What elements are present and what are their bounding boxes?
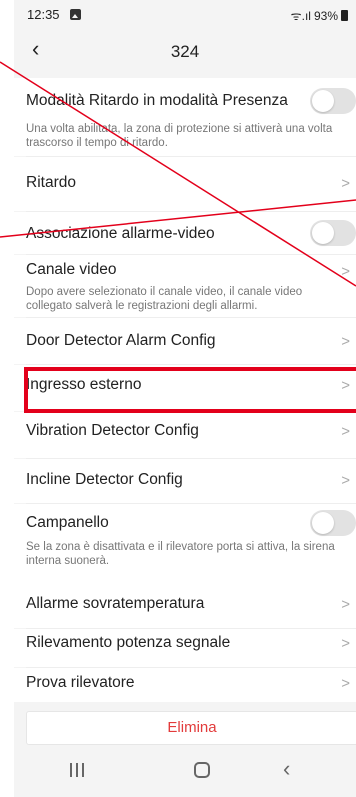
setting-alarm-video: Associazione allarme-video xyxy=(14,212,356,254)
system-navbar: ‹ xyxy=(14,747,356,797)
setting-label: Modalità Ritardo in modalità Presenza xyxy=(26,92,288,109)
setting-vibration-detector[interactable]: Vibration Detector Config > xyxy=(14,412,356,458)
setting-delay[interactable]: Ritardo > xyxy=(14,157,356,211)
setting-label: Vibration Detector Config xyxy=(26,422,199,439)
back-nav-icon[interactable]: ‹ xyxy=(283,757,290,781)
setting-incline-detector[interactable]: Incline Detector Config > xyxy=(14,459,356,503)
setting-label: Door Detector Alarm Config xyxy=(26,332,216,349)
chevron-right-icon: > xyxy=(341,675,350,692)
page-title: 324 xyxy=(170,42,200,61)
app-header: ‹ 324 xyxy=(14,30,356,68)
status-indicators: ᯤ.ıl 93% xyxy=(291,7,348,24)
status-time: 12:35 xyxy=(27,7,60,22)
battery-icon xyxy=(341,10,348,21)
setting-over-temperature[interactable]: Allarme sovratemperatura > xyxy=(14,580,356,628)
chevron-right-icon: > xyxy=(341,263,350,280)
chevron-right-icon: > xyxy=(341,423,350,440)
setting-label: Campanello xyxy=(26,514,109,531)
annotation-highlight-box xyxy=(24,367,356,413)
chevron-right-icon: > xyxy=(341,596,350,613)
battery-level: 93% xyxy=(313,8,338,23)
setting-video-channel[interactable]: Canale video > Dopo avere selezionato il… xyxy=(14,255,356,317)
setting-label: Associazione allarme-video xyxy=(26,225,215,242)
setting-delay-presence: Modalità Ritardo in modalità Presenza Un… xyxy=(14,78,356,156)
delete-button[interactable]: Elimina xyxy=(26,711,356,745)
chevron-right-icon: > xyxy=(341,472,350,489)
status-bar: 12:35 ᯤ.ıl 93% xyxy=(14,0,356,30)
setting-door-detector[interactable]: Door Detector Alarm Config > xyxy=(14,318,356,364)
setting-signal-strength[interactable]: Rilevamento potenza segnale > xyxy=(14,629,356,667)
setting-label: Ritardo xyxy=(26,174,76,191)
setting-label: Canale video xyxy=(26,261,117,278)
wifi-signal-icon: ᯤ.ıl xyxy=(290,9,311,23)
setting-description: Dopo avere selezionato il canale video, … xyxy=(26,286,303,312)
chevron-right-icon: > xyxy=(341,333,350,350)
alarm-video-toggle[interactable] xyxy=(310,220,356,246)
setting-label: Allarme sovratemperatura xyxy=(26,595,205,612)
delay-presence-toggle[interactable] xyxy=(310,88,356,114)
setting-description: Una volta abilitata, la zona di protezio… xyxy=(26,123,333,149)
setting-label: Rilevamento potenza segnale xyxy=(26,634,231,651)
gallery-notification-icon xyxy=(70,9,81,20)
home-icon[interactable] xyxy=(194,762,210,778)
chevron-right-icon: > xyxy=(341,175,350,192)
recents-icon[interactable] xyxy=(70,763,84,777)
chevron-right-icon: > xyxy=(341,635,350,652)
setting-doorbell: Campanello Se la zona è disattivata e il… xyxy=(14,504,356,580)
setting-label: Incline Detector Config xyxy=(26,471,183,488)
doorbell-toggle[interactable] xyxy=(310,510,356,536)
setting-test-detector[interactable]: Prova rilevatore > xyxy=(14,668,356,702)
setting-description: Se la zona è disattivata e il rilevatore… xyxy=(26,541,335,567)
setting-label: Prova rilevatore xyxy=(26,674,135,691)
